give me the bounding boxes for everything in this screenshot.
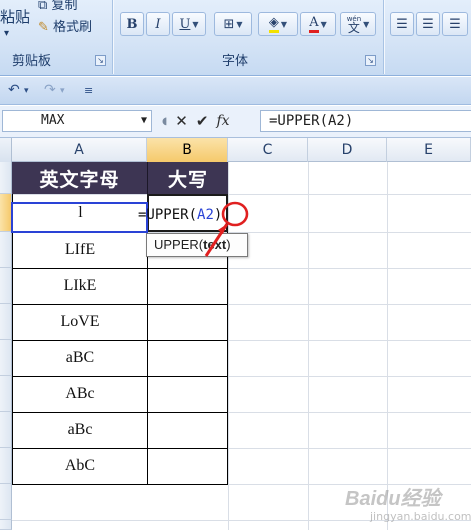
row-header[interactable] [0, 448, 12, 484]
quick-access-toolbar: ↶ ▾ ↷ ▾ ≡ [0, 77, 471, 105]
cell-a5[interactable]: LoVE [12, 304, 148, 341]
row-header[interactable] [0, 162, 12, 194]
row-header[interactable] [0, 340, 12, 376]
paste-dropdown-icon[interactable]: ▾ [4, 28, 9, 39]
chevron-down-icon: ▼ [280, 19, 288, 29]
annotation-circle-arrow-icon [204, 201, 249, 257]
row-header[interactable] [0, 520, 12, 530]
cell-b7[interactable] [147, 376, 228, 413]
redo-icon[interactable]: ↷ [44, 82, 56, 98]
font-group-label: 字体 [222, 54, 249, 69]
fill-color-button[interactable]: ◈ ▼ [258, 12, 298, 36]
align-right-button[interactable]: ☰ [442, 12, 468, 36]
cell-a9[interactable]: AbC [12, 448, 148, 485]
copy-icon: ⧉ [38, 0, 48, 13]
cell-b4[interactable] [147, 268, 228, 305]
align-center-icon: ☰ [422, 16, 434, 32]
enter-icon[interactable]: ✔ [196, 112, 209, 130]
bold-button[interactable]: B [120, 12, 144, 36]
font-color-icon: A [309, 15, 319, 33]
undo-dropdown-icon[interactable]: ▾ [24, 86, 29, 96]
name-box[interactable]: MAX ▼ [2, 110, 152, 132]
column-header-b[interactable]: B [147, 138, 228, 162]
cell-b6[interactable] [147, 340, 228, 377]
column-header-c[interactable]: C [228, 138, 308, 162]
clipboard-group-label: 剪贴板 [12, 54, 52, 69]
gridline [308, 162, 309, 530]
copy-button[interactable]: ⧉ 复制 [38, 0, 77, 13]
font-launcher-icon[interactable]: ↘ [365, 55, 376, 66]
align-left-icon: ☰ [396, 16, 408, 32]
row-header[interactable] [0, 232, 12, 268]
redo-dropdown-icon[interactable]: ▾ [60, 86, 65, 96]
select-all-corner[interactable] [0, 138, 12, 162]
column-header-e[interactable]: E [387, 138, 471, 162]
cell-a4[interactable]: LIkE [12, 268, 148, 305]
align-center-button[interactable]: ☰ [416, 12, 440, 36]
watermark-logo: Baidu经验 [345, 488, 441, 510]
cell-b5[interactable] [147, 304, 228, 341]
underline-button[interactable]: U ▼ [172, 12, 206, 36]
watermark-url: jingyan.baidu.com [370, 510, 471, 523]
formula-input[interactable]: =UPPER(A2) [260, 110, 471, 132]
cell-b9[interactable] [147, 448, 228, 485]
cancel-icon[interactable]: ✕ [175, 112, 188, 130]
formula-controls: ◖ ✕ ✔ fx [156, 110, 256, 132]
insert-function-icon[interactable]: fx [216, 113, 229, 129]
clipboard-launcher-icon[interactable]: ↘ [95, 55, 106, 66]
format-painter-button[interactable]: ✎ 格式刷 [38, 16, 92, 35]
row-header[interactable] [0, 268, 12, 304]
column-header-row: A B C D E [0, 138, 471, 162]
group-divider [383, 0, 384, 74]
brush-icon: ✎ [38, 20, 49, 35]
header-cell-uppercase[interactable]: 大写 [148, 162, 228, 194]
chevron-down-icon: ▼ [363, 19, 370, 29]
customize-toolbar-icon[interactable]: ≡ [84, 84, 93, 97]
row-header[interactable] [0, 412, 12, 448]
align-left-button[interactable]: ☰ [390, 12, 414, 36]
formula-bar: MAX ▼ ◖ ✕ ✔ fx =UPPER(A2) [0, 106, 471, 138]
column-header-a[interactable]: A [12, 138, 147, 162]
row-header[interactable] [0, 304, 12, 340]
header-cell-english-letters[interactable]: 英文字母 [12, 162, 148, 194]
row-header[interactable] [0, 376, 12, 412]
italic-button[interactable]: I [146, 12, 170, 36]
chevron-down-icon: ▼ [192, 19, 199, 29]
resize-handle-icon[interactable]: ◖ [162, 116, 167, 127]
chevron-down-icon: ▼ [236, 19, 243, 29]
row-header[interactable] [0, 484, 12, 520]
align-right-icon: ☰ [449, 16, 461, 32]
cell-a8[interactable]: aBc [12, 412, 148, 449]
column-header-d[interactable]: D [308, 138, 387, 162]
chevron-down-icon: ▼ [320, 19, 327, 29]
fill-bucket-icon: ◈ [268, 15, 279, 33]
phonetic-icon: wén 文 [346, 15, 362, 35]
reference-highlight-a2 [11, 202, 148, 233]
cell-a6[interactable]: aBC [12, 340, 148, 377]
phonetic-button[interactable]: wén 文 ▼ [340, 12, 376, 36]
cell-a3[interactable]: LIfE [12, 232, 148, 269]
ribbon: 粘贴 ▾ ⧉ 复制 ✎ 格式刷 剪贴板 ↘ B I U ▼ ⊞ ▼ ◈ ▼ A ▼ wé… [0, 0, 471, 76]
paste-button[interactable]: 粘贴 [0, 6, 30, 27]
cell-b8[interactable] [147, 412, 228, 449]
font-color-button[interactable]: A ▼ [300, 12, 336, 36]
spreadsheet-grid[interactable]: A B C D E 英文字母 大写 l LIfE LIkE LoVE aBC A… [0, 138, 471, 530]
undo-icon[interactable]: ↶ [8, 82, 20, 98]
cell-a7[interactable]: ABc [12, 376, 148, 413]
group-divider [112, 0, 113, 74]
borders-icon: ⊞ [223, 16, 235, 32]
borders-button[interactable]: ⊞ ▼ [214, 12, 252, 36]
gridline [387, 162, 388, 530]
chevron-down-icon[interactable]: ▼ [141, 111, 147, 131]
